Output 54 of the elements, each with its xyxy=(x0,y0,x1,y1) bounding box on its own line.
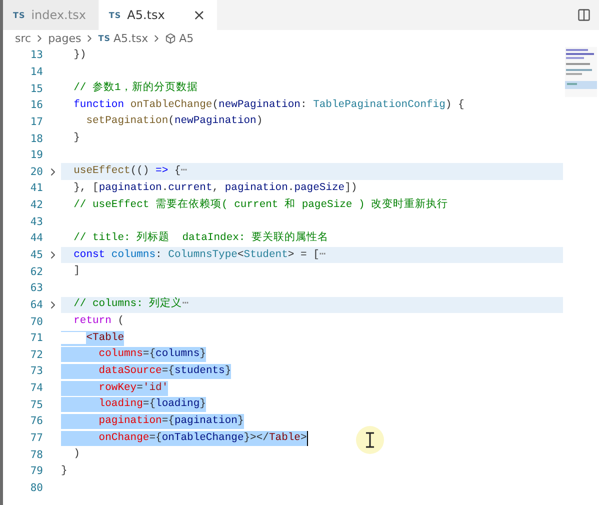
code-line: }, [pagination.current, pagination.pageSize]) xyxy=(72,180,358,196)
line-number: 45 xyxy=(29,249,43,261)
breadcrumb-item[interactable]: A5 xyxy=(179,32,194,45)
line-number: 64 xyxy=(29,298,43,311)
breadcrumb-item[interactable]: pages xyxy=(48,32,82,45)
code-line: }) xyxy=(72,48,86,63)
line-number: 80 xyxy=(29,482,43,494)
minimap[interactable] xyxy=(565,47,597,97)
line-number: 14 xyxy=(29,66,43,78)
line-number: 41 xyxy=(29,182,43,194)
code-line: // 参数1，新的分页数据 xyxy=(72,81,198,96)
line-number: 75 xyxy=(29,398,43,411)
code-line: ] xyxy=(72,264,80,280)
line-number: 62 xyxy=(29,266,43,278)
line-number: 72 xyxy=(29,348,43,361)
line-number: 17 xyxy=(29,116,43,128)
breadcrumb-item[interactable]: A5.tsx xyxy=(114,32,148,45)
line-number: 19 xyxy=(29,149,43,162)
line-number: 79 xyxy=(29,465,43,478)
code-line: // columns: 列定义⋯ xyxy=(72,297,189,312)
code-line: } xyxy=(61,464,68,479)
line-number: 76 xyxy=(29,415,43,428)
code-line: function onTableChange(newPagination: TablePaginationConfig) { xyxy=(72,98,464,113)
file-type-label: TS xyxy=(98,34,110,43)
line-number: 63 xyxy=(29,282,43,294)
code-line: const columns: ColumnsType<Student> = [⋯ xyxy=(72,248,326,262)
line-number: 16 xyxy=(29,99,43,112)
code-line: // useEffect 需要在依赖项( current 和 pageSize ) 改变时重新执行 xyxy=(72,198,448,213)
editor-tab[interactable]: TS index.tsx xyxy=(3,0,99,30)
line-number: 70 xyxy=(29,316,43,328)
line-number: 44 xyxy=(29,232,43,244)
line-number: 73 xyxy=(29,365,43,378)
line-number: 13 xyxy=(29,49,43,62)
code-line: setPagination(newPagination) xyxy=(85,114,263,130)
line-number: 74 xyxy=(29,382,43,394)
code-line: // title: 列标题 dataIndex: 要关联的属性名 xyxy=(72,230,329,246)
code-line: ) xyxy=(72,447,80,462)
line-number: 77 xyxy=(29,432,43,444)
line-number: 71 xyxy=(29,332,43,344)
line-number: 43 xyxy=(29,216,43,228)
split-editor-icon[interactable] xyxy=(577,8,591,22)
close-button[interactable]: × xyxy=(170,8,206,22)
line-number: 78 xyxy=(29,448,43,461)
code-line: useEffect(() => {⋯ xyxy=(72,164,188,180)
text-select-pointer-icon xyxy=(355,425,385,455)
editor-tab[interactable]: TS A5.tsx × xyxy=(98,0,218,30)
line-number: 15 xyxy=(29,82,43,95)
code-line: return ( xyxy=(72,314,124,330)
breadcrumb-item[interactable]: src xyxy=(15,32,32,45)
code-line: } xyxy=(72,131,80,146)
line-number: 18 xyxy=(29,132,43,145)
line-number: 42 xyxy=(29,199,43,212)
cube-icon xyxy=(165,33,176,44)
line-number: 20 xyxy=(29,166,43,178)
